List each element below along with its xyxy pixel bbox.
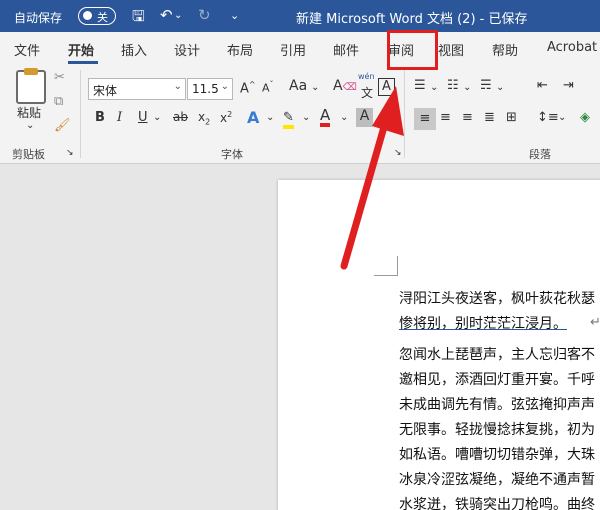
annotation-arrow [340,86,404,270]
arrow-head [372,86,404,136]
arrow-shaft [340,116,390,270]
